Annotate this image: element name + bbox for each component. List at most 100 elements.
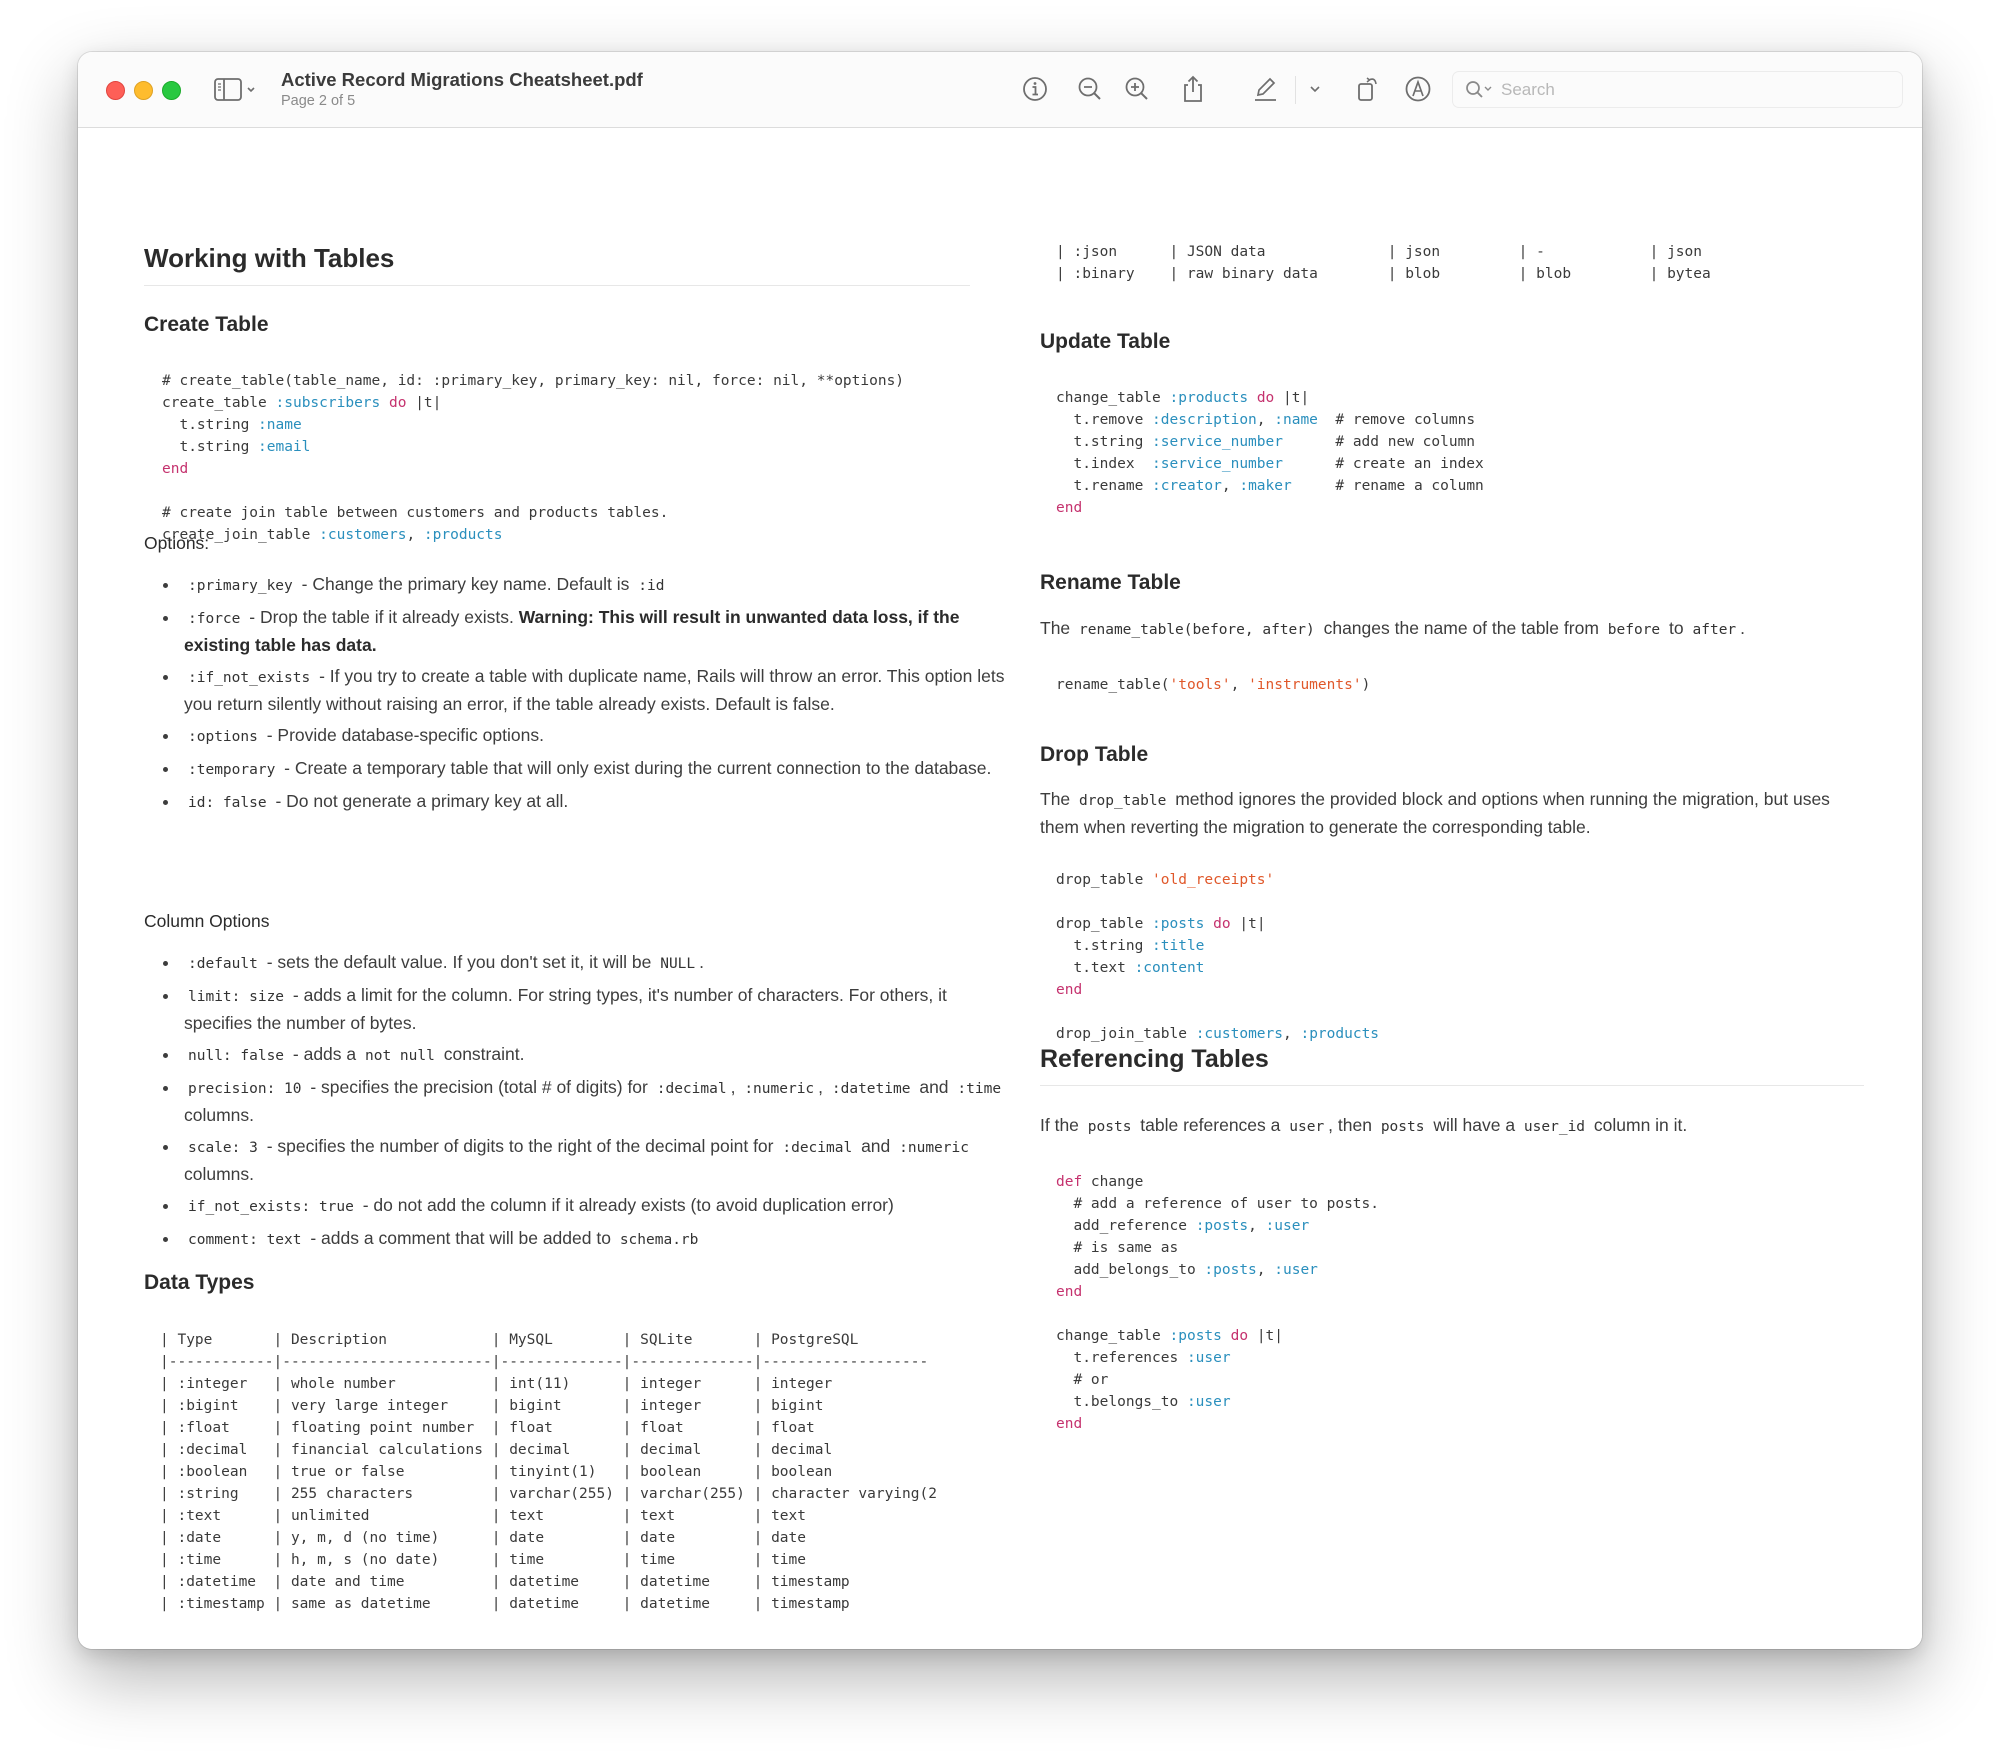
inline-code: :if_not_exists: [184, 670, 314, 686]
code-token: :user: [1187, 1394, 1231, 1410]
minimize-window-button[interactable]: [134, 81, 153, 100]
list-item: precision: 10 - specifies the precision …: [180, 1074, 1006, 1128]
code-token: do: [1257, 390, 1274, 406]
data-types-row: | :decimal | financial calculations | de…: [160, 1439, 970, 1461]
code-token: end: [162, 461, 188, 477]
list-item: :if_not_exists - If you try to create a …: [180, 663, 1006, 717]
search-input[interactable]: [1499, 76, 1893, 104]
text: - sets the default value. If you don't s…: [262, 952, 656, 972]
code-token: # create_table(table_name, id: :primary_…: [162, 373, 904, 389]
close-window-button[interactable]: [106, 81, 125, 100]
rotate-button[interactable]: [1351, 72, 1385, 106]
text: and: [914, 1077, 953, 1097]
code-token: :posts: [1152, 916, 1204, 932]
section-heading: Working with Tables: [144, 243, 970, 274]
text: - adds a: [288, 1044, 361, 1064]
code-token: ,: [1257, 412, 1274, 428]
document-title-block: Active Record Migrations Cheatsheet.pdf …: [281, 69, 643, 110]
text: ,: [818, 1077, 828, 1097]
zoom-in-icon: [1123, 75, 1151, 103]
data-types-row: | :timestamp | same as datetime | dateti…: [160, 1593, 970, 1615]
text: - specifies the precision (total # of di…: [306, 1077, 653, 1097]
data-types-row: | :integer | whole number | int(11) | in…: [160, 1373, 970, 1395]
data-types-row: | :boolean | true or false | tinyint(1) …: [160, 1461, 970, 1483]
text: - Do not generate a primary key at all.: [271, 791, 569, 811]
code-token: t.rename: [1056, 478, 1152, 494]
search-field[interactable]: [1452, 71, 1903, 108]
data-types-row: | :bigint | very large integer | bigint …: [160, 1395, 970, 1417]
code-token: [1222, 1328, 1231, 1344]
code-token: :name: [258, 417, 302, 433]
zoom-in-button[interactable]: [1120, 72, 1154, 106]
code-token: |t|: [1248, 1328, 1283, 1344]
zoom-out-icon: [1076, 75, 1104, 103]
code-token: # rename a column: [1292, 478, 1484, 494]
code-token: [1248, 390, 1257, 406]
markup-pen-button[interactable]: [1248, 72, 1282, 106]
inline-code: :decimal: [653, 1081, 731, 1097]
code-block-rename-table: rename_table('tools', 'instruments'): [1056, 674, 1370, 696]
column-options-heading: Column Options: [144, 911, 269, 932]
inline-code: :temporary: [184, 762, 279, 778]
inline-code: :primary_key: [184, 578, 297, 594]
code-token: :user: [1274, 1262, 1318, 1278]
annotate-button[interactable]: [1401, 72, 1435, 106]
rotate-icon: [1353, 74, 1383, 104]
markup-options-button[interactable]: [1298, 72, 1332, 106]
text: The: [1040, 789, 1075, 809]
text: column in it.: [1589, 1115, 1687, 1135]
info-button[interactable]: [1018, 72, 1052, 106]
text: - specifies the number of digits to the …: [262, 1136, 779, 1156]
code-token: :posts: [1196, 1218, 1248, 1234]
inline-code: user: [1285, 1119, 1328, 1135]
subsection-heading-data-types: Data Types: [144, 1271, 255, 1295]
options-heading: Options:: [144, 533, 209, 554]
list-item: id: false - Do not generate a primary ke…: [180, 788, 1006, 816]
code-token: :user: [1266, 1218, 1310, 1234]
sidebar-toggle-button[interactable]: [213, 76, 263, 104]
inline-code: precision: 10: [184, 1081, 306, 1097]
code-token: end: [1056, 982, 1082, 998]
data-types-row: | :text | unlimited | text | text | text: [160, 1505, 970, 1527]
inline-code: limit: size: [184, 989, 288, 1005]
code-token: t.text: [1056, 960, 1135, 976]
heading-divider: [1040, 1085, 1864, 1086]
code-token: [380, 395, 389, 411]
inline-code: :decimal: [778, 1140, 856, 1156]
share-icon: [1179, 74, 1207, 104]
code-token: [1204, 916, 1213, 932]
text: and: [856, 1136, 895, 1156]
code-token: :title: [1152, 938, 1204, 954]
data-types-row: | :binary | raw binary data | blob | blo…: [1056, 263, 1864, 285]
code-token: drop_table: [1056, 916, 1152, 932]
code-token: ,: [1248, 1218, 1265, 1234]
code-block-referencing-tables: def change # add a reference of user to …: [1056, 1171, 1379, 1435]
inline-code: :datetime: [828, 1081, 915, 1097]
text: .: [699, 952, 704, 972]
text: - adds a limit for the column. For strin…: [184, 985, 947, 1033]
inline-code: posts: [1377, 1119, 1429, 1135]
inline-code: user_id: [1520, 1119, 1589, 1135]
fullscreen-window-button[interactable]: [162, 81, 181, 100]
code-token: do: [1231, 1328, 1248, 1344]
inline-code: if_not_exists: true: [184, 1199, 358, 1215]
share-button[interactable]: [1176, 72, 1210, 106]
code-token: end: [1056, 1416, 1082, 1432]
code-token: create_table: [162, 395, 276, 411]
list-item: :force - Drop the table if it already ex…: [180, 604, 1006, 658]
code-token: # add new column: [1283, 434, 1475, 450]
code-token: :posts: [1170, 1328, 1222, 1344]
code-block-update-table: change_table :products do |t| t.remove :…: [1056, 387, 1484, 519]
code-token: add_reference: [1056, 1218, 1196, 1234]
list-item: :options - Provide database-specific opt…: [180, 722, 1006, 750]
list-item: :default - sets the default value. If yo…: [180, 949, 1006, 977]
code-token: ,: [1231, 677, 1248, 693]
inline-code: NULL: [656, 956, 699, 972]
options-list: :primary_key - Change the primary key na…: [144, 571, 1006, 821]
code-token: :customers: [319, 527, 406, 543]
code-token: |t|: [1274, 390, 1309, 406]
code-token: :products: [1300, 1026, 1379, 1042]
list-item: limit: size - adds a limit for the colum…: [180, 982, 1006, 1036]
zoom-out-button[interactable]: [1073, 72, 1107, 106]
data-types-row: | :string | 255 characters | varchar(255…: [160, 1483, 970, 1505]
